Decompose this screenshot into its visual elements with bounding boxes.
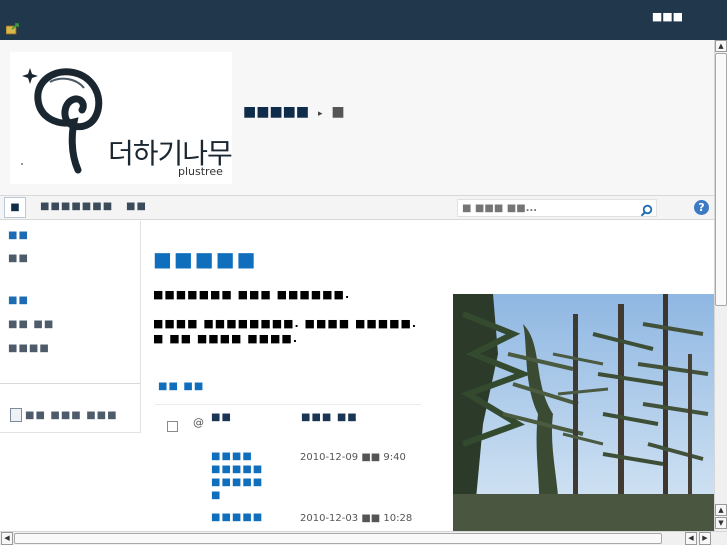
page-title: ■■■■■ (153, 247, 258, 271)
quicklaunch-header-2[interactable]: ■■ (8, 295, 29, 306)
scroll-down-icon[interactable]: ▼ (715, 517, 727, 529)
top-bar: ■■■ (0, 0, 727, 40)
intro-text-2: ■■■■ ■■■■■■■■. ■■■■ ■■■■■. ■ ■■ ■■■■ ■■■… (153, 317, 418, 345)
navigate-up-icon[interactable] (5, 20, 20, 35)
recycle-bin-label: ■■ ■■■ ■■■ (25, 410, 118, 421)
search-icon[interactable] (640, 202, 653, 217)
logo-english-text: plustree (178, 165, 223, 178)
site-title-link[interactable]: ■■■■■ (243, 104, 309, 120)
quicklaunch-item-1[interactable]: ■■ (8, 253, 29, 264)
intro-text-1: ■■■■■■■ ■■■ ■■■■■■. (153, 288, 351, 301)
tab-home[interactable]: ■ (4, 197, 26, 218)
quicklaunch-header-1[interactable]: ■■ (8, 230, 29, 241)
tab-link-1[interactable]: ■■■■■■■ (40, 201, 113, 212)
list-item-date: 2010-12-03 ■■ 10:28 (300, 513, 413, 524)
list-title[interactable]: ■■ ■■ (158, 381, 204, 392)
scrollbar-thumb[interactable] (14, 533, 662, 544)
horizontal-scrollbar[interactable]: ◀ ◀ ▶ (0, 531, 727, 545)
attachment-icon: @ (193, 416, 204, 429)
column-header-modified[interactable]: ■■■ ■■ (301, 412, 358, 423)
quicklaunch-item-3[interactable]: ■■■■ (8, 343, 50, 354)
quicklaunch-item-2[interactable]: ■■ ■■ (8, 319, 54, 330)
list-item-title[interactable]: ■■■■■ (211, 511, 271, 524)
recycle-bin-icon (10, 408, 22, 422)
main-content: ■■■■■ ■■■■■■■ ■■■ ■■■■■■. ■■■■ ■■■■■■■■.… (141, 221, 714, 531)
welcome-menu[interactable]: ■■■ (652, 10, 683, 23)
divider (155, 404, 421, 405)
help-icon[interactable]: ? (694, 200, 709, 215)
list-item-title[interactable]: ■■■■ ■■■■■ ■■■■■ ■ (211, 450, 271, 502)
site-header: 더하기나무 plustree ■■■■■ ▸ ■ (0, 40, 714, 195)
breadcrumb-current: ■ (331, 104, 345, 120)
recycle-bin-link[interactable]: ■■ ■■■ ■■■ (10, 408, 118, 422)
site-logo[interactable]: 더하기나무 plustree (10, 52, 233, 184)
scroll-left-icon[interactable]: ◀ (685, 532, 697, 545)
column-header-title[interactable]: ■■ (211, 412, 232, 423)
top-navigation: ■ ■■■■■■■ ■■ ? (0, 195, 714, 220)
quick-launch: ■■ ■■ ■■ ■■ ■■ ■■■■ ■■ ■■■ ■■■ (0, 221, 141, 433)
scrollbar-thumb[interactable] (715, 53, 727, 306)
search-box (457, 199, 657, 217)
forest-photo (453, 294, 714, 531)
scroll-up-icon[interactable]: ▲ (715, 504, 727, 516)
list-item-date: 2010-12-09 ■■ 9:40 (300, 452, 406, 463)
breadcrumb-arrow-icon: ▸ (318, 109, 323, 119)
select-all-checkbox[interactable] (167, 421, 178, 432)
scroll-left-icon[interactable]: ◀ (1, 532, 13, 545)
tab-link-2[interactable]: ■■ (126, 201, 147, 212)
divider (0, 383, 140, 384)
scroll-right-icon[interactable]: ▶ (699, 532, 711, 545)
breadcrumb: ■■■■■ ▸ ■ (243, 104, 345, 120)
vertical-scrollbar[interactable]: ▲ ▲ ▼ (714, 40, 727, 531)
scroll-up-icon[interactable]: ▲ (715, 40, 727, 52)
search-input[interactable] (458, 200, 638, 216)
